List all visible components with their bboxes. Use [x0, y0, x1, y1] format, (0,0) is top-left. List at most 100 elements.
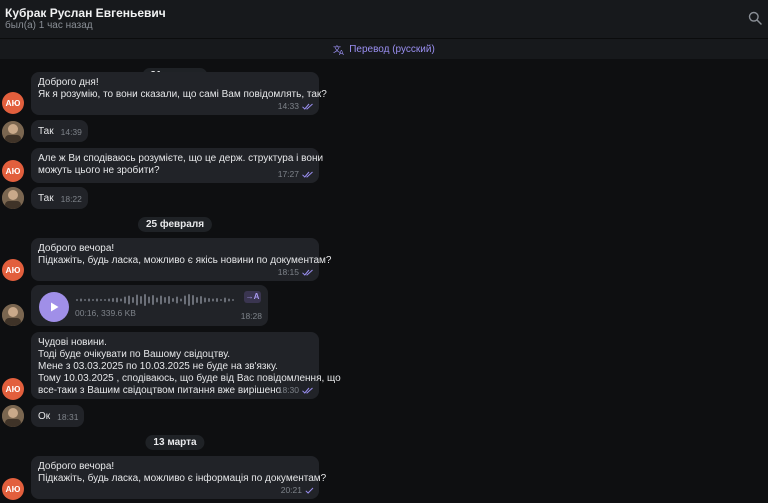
waveform-bar — [132, 297, 134, 303]
message-time: 18:31 — [57, 412, 79, 422]
message-time: 14:39 — [60, 127, 82, 137]
waveform-bar — [136, 294, 138, 306]
waveform-bar — [196, 297, 198, 303]
play-button[interactable] — [39, 292, 69, 322]
voice-info: 00:16, 339.6 KB — [75, 308, 136, 318]
waveform-bar — [152, 295, 154, 305]
message-bubble[interactable]: Так 18:22 — [31, 187, 88, 209]
message-text: Чудові новини. — [38, 337, 107, 348]
message-bubble[interactable]: Але ж Ви сподіваюсь розумієте, що це дер… — [31, 148, 324, 183]
message-text: Так — [38, 193, 54, 204]
waveform-bar — [96, 298, 98, 302]
message-text: Доброго вечора! — [38, 243, 115, 254]
waveform-bar — [104, 299, 106, 301]
play-icon — [51, 302, 59, 312]
search-icon[interactable] — [748, 11, 762, 25]
double-check-icon — [302, 171, 313, 178]
waveform-bar — [120, 298, 122, 302]
message-bubble[interactable]: Так 14:39 — [31, 120, 88, 142]
waveform-bar — [208, 298, 210, 302]
message-list[interactable]: 31 января АЮ Доброго дня! Як я розумію, … — [0, 59, 768, 503]
double-check-icon — [302, 269, 313, 276]
message-text: Доброго вечора! — [38, 461, 115, 472]
avatar[interactable] — [2, 187, 24, 209]
waveform-bar — [108, 298, 110, 302]
last-seen-status: был(а) 1 час назад — [5, 20, 93, 31]
waveform-bar — [204, 297, 206, 303]
message-time: 18:22 — [60, 194, 82, 204]
waveform-bar — [80, 298, 82, 302]
waveform-bar — [224, 297, 226, 303]
message-time: 14:33 — [277, 101, 299, 111]
voice-waveform[interactable] — [76, 293, 236, 307]
chat-header: Кубрак Руслан Евгеньевич был(а) 1 час на… — [0, 0, 768, 38]
waveform-bar — [232, 299, 234, 301]
contact-name[interactable]: Кубрак Руслан Евгеньевич — [5, 6, 166, 20]
message-bubble[interactable]: Доброго вечора! Підкажіть, будь ласка, м… — [31, 456, 327, 499]
double-check-icon — [302, 387, 313, 394]
avatar[interactable]: АЮ — [2, 378, 24, 400]
avatar[interactable] — [2, 121, 24, 143]
waveform-bar — [184, 295, 186, 305]
waveform-bar — [84, 299, 86, 301]
svg-text:A: A — [339, 49, 344, 55]
double-check-icon — [302, 103, 313, 110]
single-check-icon — [305, 487, 314, 494]
message-time: 18:28 — [240, 311, 262, 321]
avatar[interactable]: АЮ — [2, 478, 24, 500]
waveform-bar — [144, 294, 146, 306]
waveform-bar — [148, 296, 150, 304]
transcribe-button[interactable]: →A — [244, 291, 261, 303]
waveform-bar — [76, 299, 78, 301]
translate-label: Перевод (русский) — [349, 43, 435, 55]
waveform-bar — [160, 295, 162, 305]
waveform-bar — [220, 299, 222, 301]
message-text: Доброго дня! — [38, 77, 99, 88]
waveform-bar — [140, 296, 142, 304]
waveform-bar — [168, 296, 170, 304]
message-bubble[interactable]: Ок 18:31 — [31, 405, 85, 427]
message-text: можуть цього не зробити? — [38, 165, 160, 176]
waveform-bar — [176, 296, 178, 304]
message-text: Але ж Ви сподіваюсь розумієте, що це дер… — [38, 153, 324, 164]
avatar[interactable] — [2, 304, 24, 326]
waveform-bar — [100, 299, 102, 301]
message-text: Тому 10.03.2025 , сподіваюсь, що буде ві… — [38, 373, 341, 384]
waveform-bar — [212, 298, 214, 302]
waveform-bar — [128, 295, 130, 305]
avatar[interactable]: АЮ — [2, 92, 24, 114]
message-time: 20:21 — [280, 485, 302, 495]
waveform-bar — [192, 295, 194, 305]
message-bubble[interactable]: Чудові новини. Тоді буде очікувати по Ва… — [31, 332, 341, 399]
avatar[interactable]: АЮ — [2, 259, 24, 281]
message-time: 17:27 — [277, 169, 299, 179]
waveform-bar — [200, 296, 202, 304]
waveform-bar — [92, 299, 94, 301]
message-text: Тоді буде очікувати по Вашому свідоцтву. — [38, 349, 231, 360]
message-text: Як я розумію, то вони сказали, що самі В… — [38, 89, 327, 100]
waveform-bar — [188, 294, 190, 306]
waveform-bar — [172, 298, 174, 302]
date-separator: 25 февраля — [137, 217, 213, 232]
message-text: Підкажіть, будь ласка, можливо є інформа… — [38, 473, 327, 484]
waveform-bar — [156, 297, 158, 303]
waveform-bar — [124, 296, 126, 304]
message-bubble[interactable]: Доброго дня! Як я розумію, то вони сказа… — [31, 72, 327, 115]
message-time: 18:15 — [277, 267, 299, 277]
translate-bar[interactable]: 文 A Перевод (русский) — [0, 38, 768, 59]
message-bubble[interactable]: Доброго вечора! Підкажіть, будь ласка, м… — [31, 238, 332, 281]
date-separator: 13 марта — [145, 435, 205, 450]
translate-icon: 文 A — [333, 44, 344, 55]
waveform-bar — [216, 298, 218, 302]
waveform-bar — [180, 298, 182, 302]
avatar[interactable]: АЮ — [2, 160, 24, 182]
waveform-bar — [228, 298, 230, 302]
voice-message[interactable]: 00:16, 339.6 KB →A 18:28 — [31, 285, 268, 326]
waveform-bar — [164, 297, 166, 303]
message-text: Ок — [38, 411, 51, 422]
avatar[interactable] — [2, 405, 24, 427]
waveform-bar — [116, 297, 118, 303]
message-text: все-таки з Вашим свідоцтвом питання вже … — [38, 385, 282, 396]
waveform-bar — [88, 298, 90, 302]
message-text: Підкажіть, будь ласка, можливо є якісь н… — [38, 255, 332, 266]
